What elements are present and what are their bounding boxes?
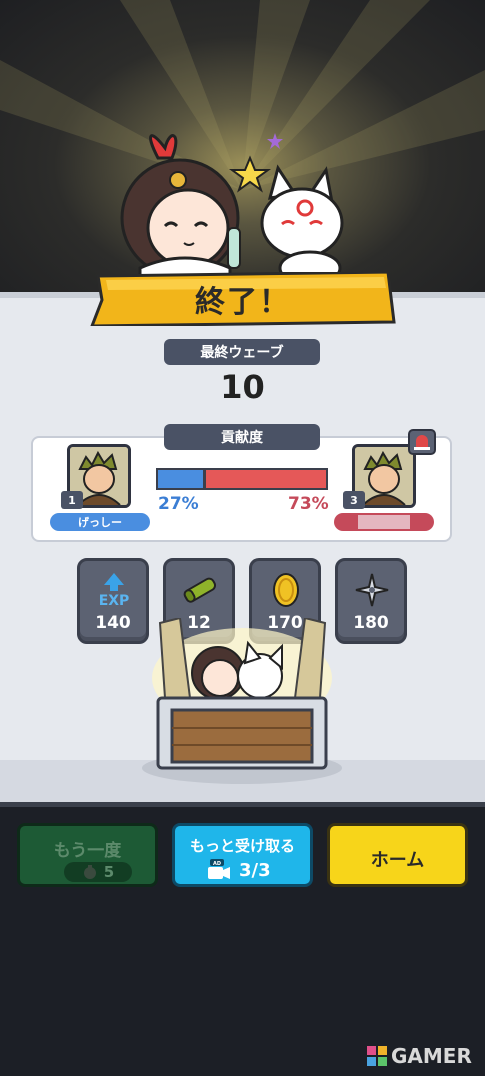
retry-label: もう一度 [53,841,122,861]
reward-shuriken-value: 180 [353,613,389,633]
contribution-label: 貢献度 [164,424,320,450]
gamer-logo-icon [367,1046,387,1066]
reward-shuriken[interactable]: 180 [335,558,407,644]
name-mosaic [358,515,410,529]
player-1-share-fill [158,470,204,488]
home-label: ホーム [370,850,425,871]
retry-cost: 5 [103,863,115,881]
svg-text:AD: AD [213,861,221,867]
retry-button[interactable]: もう一度 5 [17,823,158,887]
ad-count-row: AD 3/3 [207,859,271,881]
video-ad-icon: AD [208,859,230,879]
scroll-icon [183,577,217,603]
player-2-percent: 73% [288,494,329,514]
shuriken-icon [355,573,389,607]
treasure-chest-illustration [142,618,342,784]
gold-coin-icon [273,573,299,607]
contribution-bar [156,468,328,490]
exp-icon: EXP [99,573,130,607]
player-2-share-fill [206,470,326,488]
retry-cost-pill: 5 [64,862,132,882]
stamina-icon [83,865,96,879]
watermark-text: GAMER [391,1044,472,1068]
player-1-name: げっしー [50,513,150,531]
receive-more-button[interactable]: もっと受け取る AD 3/3 [172,823,313,887]
report-alarm-icon[interactable] [408,429,436,455]
player-2-rank: 3 [343,491,365,509]
reward-exp[interactable]: EXP 140 [77,558,149,644]
svg-text:EXP: EXP [99,593,130,607]
watermark: GAMER [366,1044,472,1068]
final-wave-value: 10 [220,368,265,406]
final-wave-label: 最終ウェーブ [164,339,320,365]
reward-exp-value: 140 [95,613,131,633]
home-button[interactable]: ホーム [327,823,468,887]
result-title: 終了！ [195,285,291,320]
shrine-maiden-and-fox-illustration [120,133,344,288]
receive-more-label: もっと受け取る [189,837,295,855]
player-1-rank: 1 [61,491,83,509]
player-1-percent: 27% [158,494,199,514]
ad-count: 3/3 [239,859,271,881]
